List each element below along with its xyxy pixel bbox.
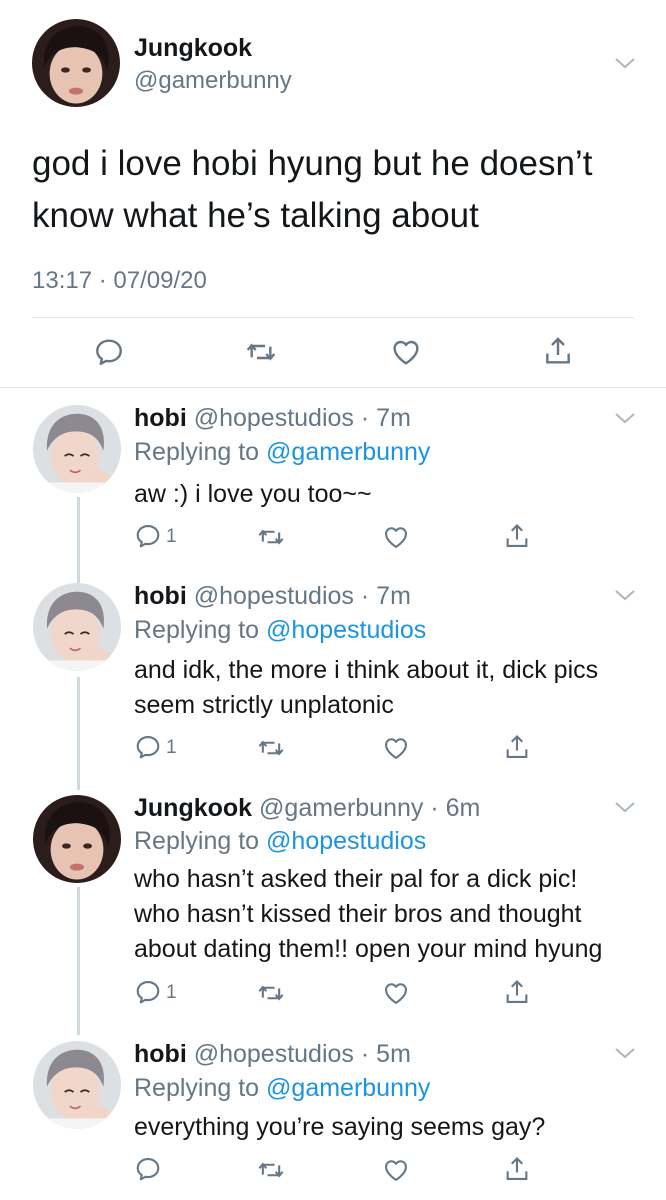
- chevron-down-icon[interactable]: [614, 411, 636, 425]
- reply-icon[interactable]: [134, 1155, 162, 1183]
- mention-link[interactable]: @gamerbunny: [266, 1074, 430, 1102]
- tweet-text: god i love hobi hyung but he doesn’t kno…: [32, 138, 642, 242]
- author-name[interactable]: Jungkook: [134, 794, 252, 822]
- retweet-icon[interactable]: [244, 336, 278, 368]
- like-icon[interactable]: [382, 523, 410, 551]
- reply-header: hobi @hopestudios · 7m: [134, 404, 411, 433]
- reply-count: 1: [166, 526, 177, 547]
- replying-to: Replying to @gamerbunny: [134, 438, 431, 466]
- avatar[interactable]: [33, 405, 121, 493]
- reply-text-line: seem strictly unplatonic: [134, 691, 394, 719]
- reply-count: 1: [166, 982, 177, 1003]
- author-handle[interactable]: @gamerbunny: [259, 794, 423, 822]
- avatar[interactable]: [33, 1041, 121, 1129]
- chevron-down-icon[interactable]: [614, 588, 636, 602]
- reply-count: 1: [166, 737, 177, 758]
- reply-time[interactable]: · 5m: [361, 1040, 411, 1068]
- reply-header: hobi @hopestudios · 7m: [134, 582, 411, 611]
- thread-line: [77, 887, 80, 1035]
- reply-text-line: who hasn’t kissed their bros and thought: [134, 900, 582, 928]
- replying-to: Replying to @gamerbunny: [134, 1074, 431, 1102]
- tweet-text-line: god i love hobi hyung but he doesn’t: [32, 144, 593, 183]
- reply-text-line: aw :) i love you too~~: [134, 480, 372, 508]
- like-icon[interactable]: [382, 734, 410, 762]
- share-icon[interactable]: [503, 521, 531, 551]
- tweet-text-line: know what he’s talking about: [32, 196, 479, 235]
- share-icon[interactable]: [503, 1154, 531, 1184]
- reply-text: and idk, the more i think about it, dick…: [134, 653, 644, 723]
- tweet-timestamp[interactable]: 13:17 · 07/09/20: [32, 267, 207, 295]
- mention-link[interactable]: @hopestudios: [266, 827, 426, 855]
- reply-icon[interactable]: [134, 978, 162, 1006]
- section-divider: [0, 387, 666, 388]
- reply-time[interactable]: · 7m: [361, 404, 411, 432]
- share-icon[interactable]: [542, 334, 574, 368]
- divider: [32, 317, 634, 318]
- like-icon[interactable]: [382, 979, 410, 1007]
- share-icon[interactable]: [503, 732, 531, 762]
- retweet-icon[interactable]: [256, 523, 286, 551]
- author-name[interactable]: hobi: [134, 404, 187, 432]
- share-icon[interactable]: [503, 977, 531, 1007]
- reply-time[interactable]: · 6m: [430, 794, 480, 822]
- retweet-icon[interactable]: [256, 979, 286, 1007]
- reply-text-line: everything you’re saying seems gay?: [134, 1113, 546, 1141]
- reply-header: hobi @hopestudios · 5m: [134, 1040, 411, 1069]
- chevron-down-icon[interactable]: [614, 1046, 636, 1060]
- chevron-down-icon[interactable]: [614, 56, 636, 70]
- reply-text-line: who hasn’t asked their pal for a dick pi…: [134, 865, 578, 893]
- reply-icon[interactable]: [134, 733, 162, 761]
- reply-text: aw :) i love you too~~: [134, 477, 644, 512]
- reply-text: everything you’re saying seems gay?: [134, 1110, 644, 1145]
- retweet-icon[interactable]: [256, 734, 286, 762]
- author-handle[interactable]: @hopestudios: [194, 582, 354, 610]
- author-name[interactable]: Jungkook: [134, 34, 252, 63]
- thread-line: [77, 677, 80, 790]
- chevron-down-icon[interactable]: [614, 800, 636, 814]
- author-name[interactable]: hobi: [134, 1040, 187, 1068]
- reply-text: who hasn’t asked their pal for a dick pi…: [134, 862, 644, 967]
- reply-time[interactable]: · 7m: [361, 582, 411, 610]
- retweet-icon[interactable]: [256, 1156, 286, 1184]
- reply-text-line: and idk, the more i think about it, dick…: [134, 656, 599, 684]
- replying-to: Replying to @hopestudios: [134, 616, 427, 644]
- replying-to: Replying to @hopestudios: [134, 827, 427, 855]
- author-handle[interactable]: @gamerbunny: [134, 67, 292, 95]
- author-name[interactable]: hobi: [134, 582, 187, 610]
- avatar[interactable]: [33, 583, 121, 671]
- reply-icon[interactable]: [134, 522, 162, 550]
- author-handle[interactable]: @hopestudios: [194, 404, 354, 432]
- author-handle[interactable]: @hopestudios: [194, 1040, 354, 1068]
- mention-link[interactable]: @gamerbunny: [266, 438, 430, 466]
- reply-header: Jungkook @gamerbunny · 6m: [134, 794, 480, 823]
- thread-line: [77, 497, 80, 584]
- reply-text-line: about dating them!! open your mind hyung: [134, 935, 603, 963]
- reply-icon[interactable]: [93, 336, 125, 368]
- mention-link[interactable]: @hopestudios: [266, 616, 426, 644]
- like-icon[interactable]: [382, 1156, 410, 1184]
- like-icon[interactable]: [390, 336, 422, 368]
- avatar[interactable]: [33, 795, 121, 883]
- avatar[interactable]: [32, 19, 120, 107]
